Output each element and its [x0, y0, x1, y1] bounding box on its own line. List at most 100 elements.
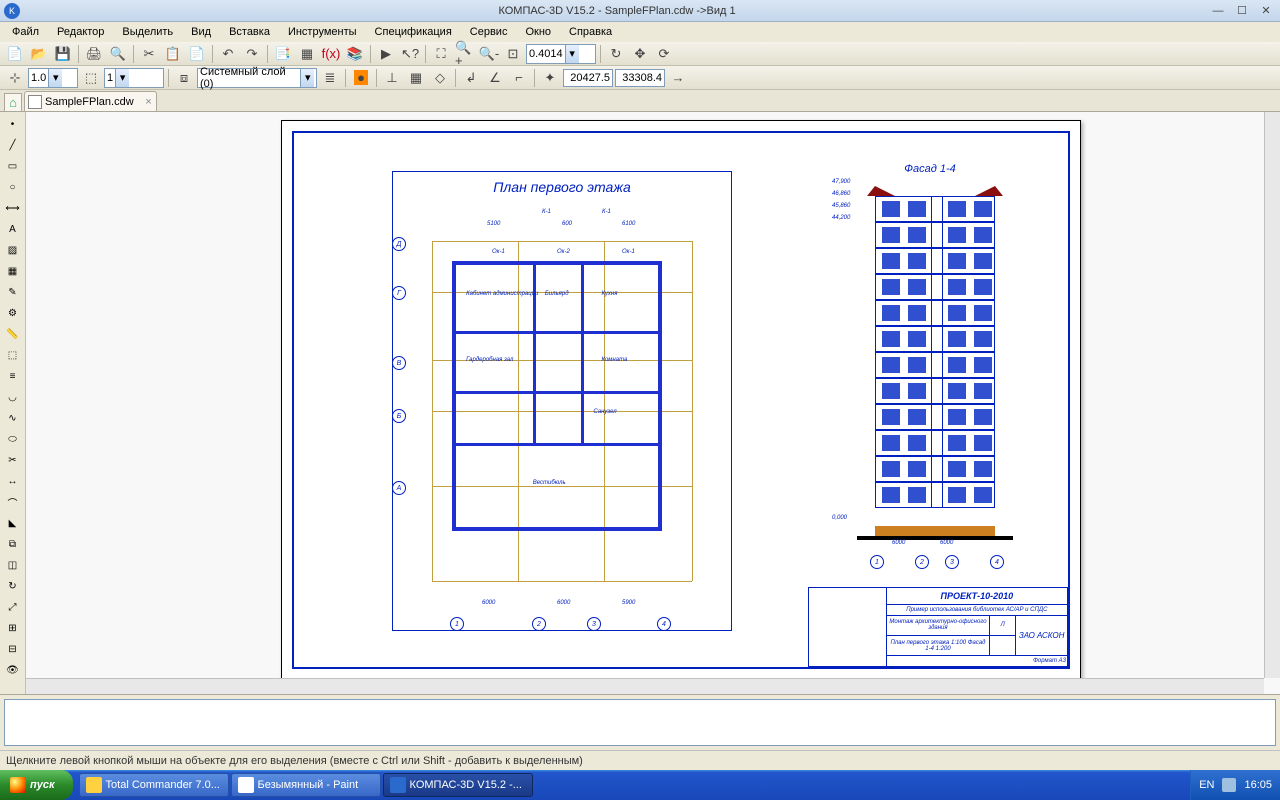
color-button[interactable]: ● — [350, 67, 372, 89]
ellipse-icon[interactable]: ⬭ — [2, 429, 24, 449]
cut-button[interactable]: ✂ — [138, 43, 160, 65]
spec-icon[interactable]: ≡ — [2, 366, 24, 386]
preview-button[interactable]: 🔍 — [107, 43, 129, 65]
local-cs-button[interactable]: ✦ — [539, 67, 561, 89]
zoom-in-button[interactable]: 🔍+ — [454, 43, 476, 65]
new-button[interactable]: 📄 — [4, 43, 26, 65]
workspace: • ╱ ▭ ○ ⟷ A ▨ ▦ ✎ ⚙ 📏 ⬚ ≡ ◡ ∿ ⬭ ✂ ↔ ⌒ ◣ … — [0, 112, 1280, 694]
pan-button[interactable]: ✥ — [629, 43, 651, 65]
arrow-button[interactable]: ↖? — [399, 43, 421, 65]
lib-button[interactable]: 📚 — [344, 43, 366, 65]
menu-select[interactable]: Выделить — [114, 24, 181, 40]
select-icon[interactable]: ⬚ — [2, 345, 24, 365]
vertical-scrollbar[interactable] — [1264, 112, 1280, 678]
xy-button[interactable]: ↲ — [460, 67, 482, 89]
zoom-fit-button[interactable]: ⛶ — [430, 43, 452, 65]
menu-spec[interactable]: Спецификация — [367, 24, 460, 40]
status-text: Щелкните левой кнопкой мыши на объекте д… — [6, 755, 583, 767]
linetype-combo[interactable]: 1▾ — [104, 68, 164, 88]
ortho-button[interactable]: ⊥ — [381, 67, 403, 89]
doc-tab-close[interactable]: × — [145, 96, 151, 108]
copy-tool-icon[interactable]: ⧉ — [2, 534, 24, 554]
drawing-canvas[interactable]: План первого этажа — [26, 112, 1280, 694]
print-button[interactable]: 🖨 — [83, 43, 105, 65]
rotate-icon[interactable]: ↻ — [2, 576, 24, 596]
zoom-window-button[interactable]: ⊡ — [502, 43, 524, 65]
chamfer-icon[interactable]: ◣ — [2, 513, 24, 533]
grid-button[interactable]: ▦ — [405, 67, 427, 89]
coord-button[interactable]: ⌐ — [508, 67, 530, 89]
array-icon[interactable]: ⊞ — [2, 618, 24, 638]
geom-line-icon[interactable]: ╱ — [2, 135, 24, 155]
menu-window[interactable]: Окно — [517, 24, 559, 40]
home-tab-icon[interactable]: ⌂ — [4, 93, 22, 111]
extend-icon[interactable]: ↔ — [2, 471, 24, 491]
orbit-button[interactable]: ⟳ — [653, 43, 675, 65]
osnap-button[interactable]: ◇ — [429, 67, 451, 89]
geom-rect-icon[interactable]: ▭ — [2, 156, 24, 176]
doc-tab[interactable]: SampleFPlan.cdw × — [24, 91, 157, 111]
dim-icon[interactable]: ⟷ — [2, 198, 24, 218]
props-button[interactable]: 📑 — [272, 43, 294, 65]
start-button[interactable]: пуск — [0, 770, 73, 800]
taskbar-item-active[interactable]: КОМПАС-3D V15.2 -... — [383, 773, 533, 797]
edit-icon[interactable]: ✎ — [2, 282, 24, 302]
taskbar-item[interactable]: Total Commander 7.0... — [79, 773, 229, 797]
menu-view[interactable]: Вид — [183, 24, 219, 40]
break-icon[interactable]: ⊟ — [2, 639, 24, 659]
zoom-out-button[interactable]: 🔍- — [478, 43, 500, 65]
table-icon[interactable]: ▦ — [2, 261, 24, 281]
vars-button[interactable]: f(x) — [320, 43, 342, 65]
paste-button[interactable]: 📄 — [186, 43, 208, 65]
fillet-icon[interactable]: ⌒ — [2, 492, 24, 512]
tray-icon[interactable] — [1222, 778, 1236, 792]
arc-icon[interactable]: ◡ — [2, 387, 24, 407]
geom-circle-icon[interactable]: ○ — [2, 177, 24, 197]
language-indicator[interactable]: EN — [1199, 779, 1214, 791]
zoom-combo[interactable]: 0.4014▾ — [526, 44, 596, 64]
layer-mgr-button[interactable]: ≣ — [319, 67, 341, 89]
layer-combo[interactable]: Системный слой (0)▾ — [197, 68, 317, 88]
layers-button[interactable]: ▦ — [296, 43, 318, 65]
trim-icon[interactable]: ✂ — [2, 450, 24, 470]
redo-button[interactable]: ↷ — [241, 43, 263, 65]
goto-button[interactable]: → — [667, 67, 689, 89]
undo-button[interactable]: ↶ — [217, 43, 239, 65]
minimize-button[interactable]: — — [1208, 4, 1228, 18]
view-mgr-icon[interactable]: 👁 — [2, 660, 24, 680]
horizontal-scrollbar[interactable] — [26, 678, 1264, 694]
geom-point-icon[interactable]: • — [2, 114, 24, 134]
snap-button[interactable]: ⊹ — [4, 67, 26, 89]
menu-tools[interactable]: Инструменты — [280, 24, 365, 40]
coord-y-input[interactable] — [615, 69, 665, 87]
angle-button[interactable]: ∠ — [484, 67, 506, 89]
taskbar-item[interactable]: Безымянный - Paint — [231, 773, 381, 797]
menu-editor[interactable]: Редактор — [49, 24, 112, 40]
clock[interactable]: 16:05 — [1244, 779, 1272, 791]
hatch-icon[interactable]: ▨ — [2, 240, 24, 260]
save-button[interactable]: 💾 — [52, 43, 74, 65]
refresh-button[interactable]: ↻ — [605, 43, 627, 65]
close-button[interactable]: ✕ — [1256, 4, 1276, 18]
coord-x-input[interactable] — [563, 69, 613, 87]
maximize-button[interactable]: ☐ — [1232, 4, 1252, 18]
menu-file[interactable]: Файл — [4, 24, 47, 40]
style-button[interactable]: ⬚ — [80, 67, 102, 89]
param-icon[interactable]: ⚙ — [2, 303, 24, 323]
open-button[interactable]: 📂 — [28, 43, 50, 65]
copy-button[interactable]: 📋 — [162, 43, 184, 65]
menu-help[interactable]: Справка — [561, 24, 620, 40]
text-icon[interactable]: A — [2, 219, 24, 239]
facade-floor — [875, 274, 995, 300]
stop-button[interactable]: ▶ — [375, 43, 397, 65]
menu-insert[interactable]: Вставка — [221, 24, 278, 40]
scale-icon[interactable]: ⤢ — [2, 597, 24, 617]
layer-filter-button[interactable]: ⧈ — [173, 67, 195, 89]
main-toolbar: 📄 📂 💾 🖨 🔍 ✂ 📋 📄 ↶ ↷ 📑 ▦ f(x) 📚 ▶ ↖? ⛶ 🔍+… — [0, 42, 1280, 66]
menu-service[interactable]: Сервис — [462, 24, 516, 40]
spline-icon[interactable]: ∿ — [2, 408, 24, 428]
mirror-icon[interactable]: ◫ — [2, 555, 24, 575]
windows-logo-icon — [10, 777, 26, 793]
lineweight-combo[interactable]: 1.0▾ — [28, 68, 78, 88]
measure-icon[interactable]: 📏 — [2, 324, 24, 344]
